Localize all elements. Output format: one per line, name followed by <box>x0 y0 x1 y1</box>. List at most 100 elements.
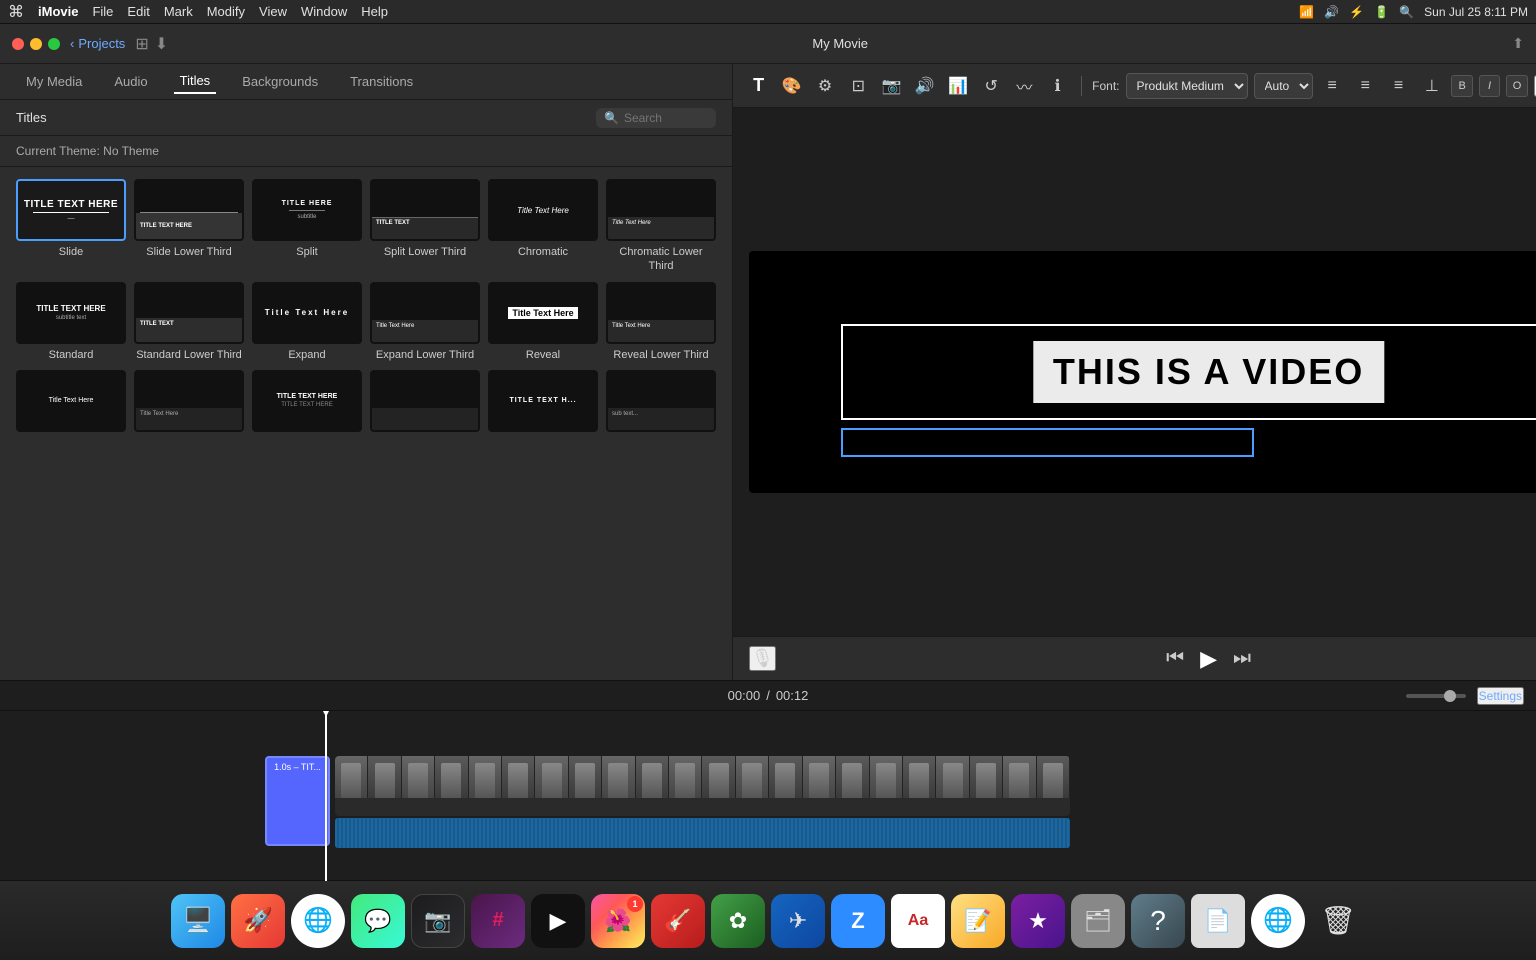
chromatic-thumb[interactable]: Title Text Here <box>488 179 598 241</box>
dock-scrobbles[interactable]: ✿ <box>711 894 765 948</box>
view-mode-icon[interactable]: ⊞ <box>135 34 148 54</box>
align-left-icon[interactable]: ≡ <box>1319 72 1346 100</box>
share-icon[interactable]: ⬆ <box>1512 35 1524 52</box>
menu-window[interactable]: Window <box>301 4 347 19</box>
camera-icon[interactable]: 📷 <box>878 72 905 100</box>
title-item-split[interactable]: TITLE HERE subtitle Split <box>252 179 362 274</box>
dock-messages[interactable]: 💬 <box>351 894 405 948</box>
align-center-icon[interactable]: ≡ <box>1352 72 1379 100</box>
dock-launchpad[interactable]: 🚀 <box>231 894 285 948</box>
dock-photos[interactable]: 🌺 1 <box>591 894 645 948</box>
title-item-reveal-lower[interactable]: Title Text Here Reveal Lower Third <box>606 282 716 362</box>
dock-facetime[interactable]: 📷 <box>411 894 465 948</box>
minimize-button[interactable] <box>30 38 42 50</box>
title-item-reveal[interactable]: Title Text Here Reveal <box>488 282 598 362</box>
audio-track[interactable] <box>335 818 1070 848</box>
info-icon[interactable]: ℹ <box>1044 72 1071 100</box>
download-icon[interactable]: ⬇ <box>155 34 168 54</box>
title-item-standard-lower[interactable]: TITLE TEXT Standard Lower Third <box>134 282 244 362</box>
split-lower-thumb[interactable]: TITLE TEXT <box>370 179 480 241</box>
volume-icon[interactable]: 🔊 <box>911 72 938 100</box>
title-item-split-lower[interactable]: TITLE TEXT Split Lower Third <box>370 179 480 274</box>
dock-trash[interactable]: 🗑 <box>1311 894 1365 948</box>
tab-transitions[interactable]: Transitions <box>344 70 419 93</box>
menu-mark[interactable]: Mark <box>164 4 193 19</box>
standard-lower-thumb[interactable]: TITLE TEXT <box>134 282 244 344</box>
slide-lower-thumb[interactable]: TITLE TEXT HERE <box>134 179 244 241</box>
search-box[interactable]: 🔍 <box>596 108 716 128</box>
row3-3-thumb[interactable]: TITLE TEXT HERE TITLE TEXT HERE <box>252 370 362 432</box>
title-item-expand[interactable]: Title Text Here Expand <box>252 282 362 362</box>
tab-backgrounds[interactable]: Backgrounds <box>236 70 324 93</box>
title-item-row3-2[interactable]: Title Text Here <box>134 370 244 436</box>
chart-icon[interactable]: 📊 <box>944 72 971 100</box>
dock-chrome2[interactable]: 🌐 <box>1251 894 1305 948</box>
title-item-row3-4[interactable] <box>370 370 480 436</box>
split-thumb[interactable]: TITLE HERE subtitle <box>252 179 362 241</box>
bold-button[interactable]: B <box>1451 75 1472 97</box>
search-icon[interactable]: 🔍 <box>1399 5 1414 19</box>
rotate-icon[interactable]: ↺ <box>978 72 1005 100</box>
font-select[interactable]: Produkt Medium <box>1126 73 1248 99</box>
dock-dictionary[interactable]: Aa <box>891 894 945 948</box>
reveal-thumb[interactable]: Title Text Here <box>488 282 598 344</box>
close-button[interactable] <box>12 38 24 50</box>
align-bottom-icon[interactable]: ⊥ <box>1418 72 1445 100</box>
title-item-chromatic[interactable]: Title Text Here Chromatic <box>488 179 598 274</box>
align-right-icon[interactable]: ≡ <box>1385 72 1412 100</box>
app-name[interactable]: iMovie <box>38 4 78 19</box>
chromatic-lower-thumb[interactable]: Title Text Here <box>606 179 716 241</box>
text-format-icon[interactable]: T <box>745 72 772 100</box>
menu-file[interactable]: File <box>92 4 113 19</box>
title-item-expand-lower[interactable]: Title Text Here Expand Lower Third <box>370 282 480 362</box>
title-item-slide-lower[interactable]: TITLE TEXT HERE Slide Lower Third <box>134 179 244 274</box>
title-clip[interactable]: 1.0s – TIT... <box>265 756 330 846</box>
reveal-lower-thumb[interactable]: Title Text Here <box>606 282 716 344</box>
row3-6-thumb[interactable]: sub text... <box>606 370 716 432</box>
row3-1-thumb[interactable]: Title Text Here <box>16 370 126 432</box>
outline-button[interactable]: O <box>1506 75 1527 97</box>
dock-chrome[interactable]: 🌐 <box>291 894 345 948</box>
tab-my-media[interactable]: My Media <box>20 70 88 93</box>
dock-finder2[interactable]: 🗂 <box>1071 894 1125 948</box>
apple-logo[interactable]: ⌘ <box>8 2 24 22</box>
gear-icon[interactable]: ⚙ <box>811 72 838 100</box>
menu-help[interactable]: Help <box>361 4 388 19</box>
title-item-row3-5[interactable]: TITLE TEXT H... <box>488 370 598 436</box>
dock-garageband[interactable]: 🎸 <box>651 894 705 948</box>
expand-lower-thumb[interactable]: Title Text Here <box>370 282 480 344</box>
italic-button[interactable]: I <box>1479 75 1500 97</box>
font-size-select[interactable]: Auto <box>1254 73 1313 99</box>
menu-view[interactable]: View <box>259 4 287 19</box>
slide-thumb[interactable]: TITLE TEXT HERE — <box>16 179 126 241</box>
dock-slack[interactable]: # <box>471 894 525 948</box>
skip-forward-button[interactable]: ⏭ <box>1233 647 1251 670</box>
video-track[interactable] <box>335 756 1070 816</box>
tab-titles[interactable]: Titles <box>174 69 217 94</box>
back-to-projects[interactable]: ‹ Projects <box>70 36 125 51</box>
title-item-standard[interactable]: TITLE TEXT HERE subtitle text Standard <box>16 282 126 362</box>
search-input[interactable] <box>624 111 704 125</box>
dock-notes2[interactable]: 📄 <box>1191 894 1245 948</box>
dock-copilot[interactable]: ✈ <box>771 894 825 948</box>
dock-appletv[interactable]: ▶ <box>531 894 585 948</box>
dock-finder[interactable]: 🖥️ <box>171 894 225 948</box>
title-item-slide[interactable]: TITLE TEXT HERE — Slide <box>16 179 126 274</box>
title-item-row3-3[interactable]: TITLE TEXT HERE TITLE TEXT HERE <box>252 370 362 436</box>
dock-help[interactable]: ? <box>1131 894 1185 948</box>
row3-4-thumb[interactable] <box>370 370 480 432</box>
title-item-row3-1[interactable]: Title Text Here <box>16 370 126 436</box>
playhead[interactable] <box>325 711 327 881</box>
play-button[interactable]: ▶ <box>1200 646 1217 672</box>
maximize-button[interactable] <box>48 38 60 50</box>
standard-thumb[interactable]: TITLE TEXT HERE subtitle text <box>16 282 126 344</box>
brush-icon[interactable]: 🎨 <box>778 72 805 100</box>
menu-edit[interactable]: Edit <box>127 4 149 19</box>
noise-icon[interactable]: 〰 <box>1011 72 1038 100</box>
timeline-settings-button[interactable]: Settings <box>1477 687 1524 705</box>
expand-thumb[interactable]: Title Text Here <box>252 282 362 344</box>
menu-modify[interactable]: Modify <box>207 4 245 19</box>
skip-back-button[interactable]: ⏮ <box>1166 647 1184 670</box>
row3-5-thumb[interactable]: TITLE TEXT H... <box>488 370 598 432</box>
dock-imovie[interactable]: ★ <box>1011 894 1065 948</box>
